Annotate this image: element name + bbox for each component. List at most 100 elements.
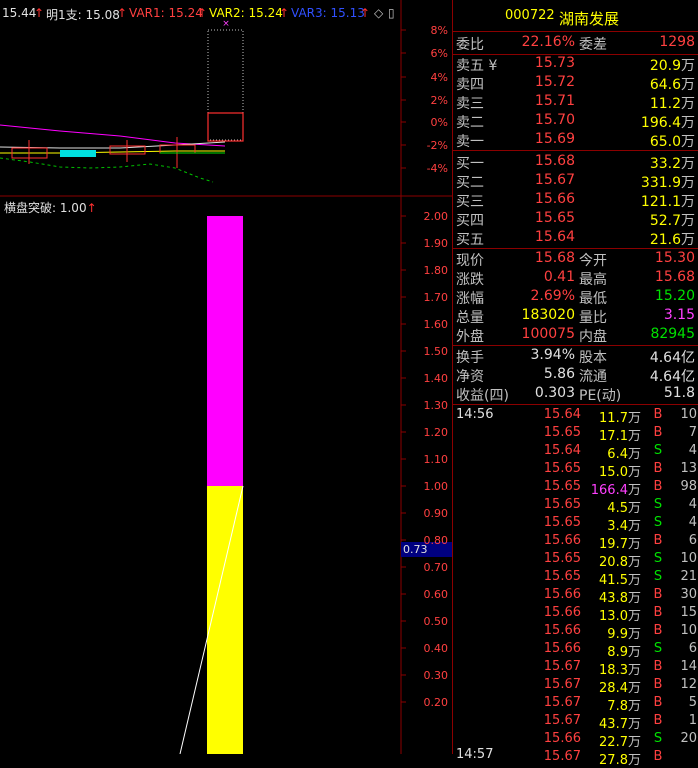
tick-count: 12 <box>680 677 697 692</box>
fundamental-label: 股本 <box>579 350 607 366</box>
tick-row[interactable]: 15.66 43.8万 B 30 <box>453 586 698 606</box>
quote-row: 涨跌 0.41 最高 15.68 <box>453 269 698 288</box>
weibi-row: 委比 22.16% 委差 1298 <box>453 34 698 53</box>
sell-level-volume: 64.6万 <box>649 77 695 93</box>
tick-row[interactable]: 15.65 20.8万 S 10 <box>453 550 698 570</box>
buy-level-price: 15.66 <box>534 191 575 207</box>
fundamental-value: 3.94% <box>530 347 575 363</box>
tick-price: 15.66 <box>543 623 581 638</box>
tick-count: 4 <box>688 443 697 458</box>
tick-count: 4 <box>688 497 697 512</box>
chart-area[interactable]: × <box>0 0 452 754</box>
tick-direction: S <box>653 569 663 584</box>
sell-level-row[interactable]: 卖一 15.69 65.0万 <box>453 131 698 150</box>
quote-row: 外盘 100075 内盘 82945 <box>453 326 698 345</box>
indicator-bar-magenta <box>207 216 243 486</box>
tick-count: 7 <box>688 425 697 440</box>
tick-price: 15.66 <box>543 533 581 548</box>
up-arrow-icon: ↑ <box>117 6 128 20</box>
tick-price: 15.67 <box>543 695 581 710</box>
tick-price: 15.64 <box>543 407 581 422</box>
up-arrow-icon: ↑ <box>34 6 45 20</box>
buy-level-volume: 121.1万 <box>640 194 695 210</box>
tick-row[interactable]: 15.65 41.5万 S 21 <box>453 568 698 588</box>
fundamental-row: 换手 3.94% 股本 4.64亿 <box>453 347 698 366</box>
sell-level-row[interactable]: 卖四 15.72 64.6万 <box>453 74 698 93</box>
sell-level-row[interactable]: 卖五 ¥ 15.73 20.9万 <box>453 55 698 74</box>
tick-row[interactable]: 15.65 4.5万 S 4 <box>453 496 698 516</box>
buy-level-row[interactable]: 买四 15.65 52.7万 <box>453 210 698 229</box>
tick-price: 15.66 <box>543 587 581 602</box>
buy-level-label: 买五 <box>456 232 484 248</box>
sell-level-price: 15.73 <box>534 55 575 71</box>
tick-count: 10 <box>680 407 697 422</box>
sub-axis-label: 1.60 <box>423 318 449 331</box>
quote-label: 内盘 <box>579 329 607 345</box>
tick-row[interactable]: 15.66 13.0万 B 15 <box>453 604 698 624</box>
buy-level-volume: 33.2万 <box>649 156 695 172</box>
cursor-value: 0.73 <box>403 543 428 556</box>
tick-row[interactable]: 15.65 17.1万 B 7 <box>453 424 698 444</box>
tick-row[interactable]: 15.64 11.7万 B 10 <box>453 406 698 426</box>
quote-row: 涨幅 2.69% 最低 15.20 <box>453 288 698 307</box>
quote-row: 总量 183020 量比 3.15 <box>453 307 698 326</box>
tick-row[interactable]: 15.67 43.7万 B 1 <box>453 712 698 732</box>
tick-direction: B <box>653 461 663 476</box>
sell-level-price: 15.71 <box>534 93 575 109</box>
tick-row[interactable]: 15.66 8.9万 S 6 <box>453 640 698 660</box>
last-candle <box>207 112 244 142</box>
tick-row[interactable]: 15.67 28.4万 B 12 <box>453 676 698 696</box>
tick-row[interactable]: 15.67 7.8万 B 5 <box>453 694 698 714</box>
sub-axis-label: 2.00 <box>423 210 449 223</box>
tick-direction: B <box>653 713 663 728</box>
quote-label: 外盘 <box>456 329 484 345</box>
tick-row[interactable]: 15.66 9.9万 B 10 <box>453 622 698 642</box>
fundamental-row: 净资 5.86 流通 4.64亿 <box>453 366 698 385</box>
buy-level-label: 买四 <box>456 213 484 229</box>
weibi-label: 委比 <box>456 37 484 53</box>
window-icon[interactable]: ▯ <box>388 6 395 20</box>
tick-row[interactable]: 15.64 6.4万 S 4 <box>453 442 698 462</box>
ma-line-magenta <box>0 124 226 147</box>
tick-row[interactable]: 15.67 18.3万 B 14 <box>453 658 698 678</box>
tick-price: 15.65 <box>543 479 581 494</box>
quote-value: 0.41 <box>543 269 575 285</box>
tick-direction: S <box>653 515 663 530</box>
sub-axis-label: 0.30 <box>423 669 449 682</box>
tomorrow-value: 明1支: 15.08 <box>46 8 120 22</box>
buy-level-row[interactable]: 买五 15.64 21.6万 <box>453 229 698 248</box>
buy-level-label: 买三 <box>456 194 484 210</box>
quote-value: 183020 <box>521 307 575 323</box>
quote-label: 最低 <box>579 291 607 307</box>
price-axis-label: -2% <box>426 139 448 152</box>
tick-direction: S <box>653 551 663 566</box>
weicha-value: 1298 <box>659 34 695 50</box>
up-arrow-icon: ↑ <box>360 6 371 20</box>
fundamental-value: 0.303 <box>534 385 575 401</box>
sell-level-price: 15.69 <box>534 131 575 147</box>
sell-level-volume: 11.2万 <box>649 96 695 112</box>
price-axis-label: 2% <box>430 94 448 107</box>
tick-price: 15.64 <box>543 443 581 458</box>
tick-row[interactable]: 15.65 3.4万 S 4 <box>453 514 698 534</box>
buy-level-row[interactable]: 买三 15.66 121.1万 <box>453 191 698 210</box>
sub-axis-label: 1.70 <box>423 291 449 304</box>
tick-row[interactable]: 15.65 166.4万 B 98 <box>453 478 698 498</box>
tick-count: 14 <box>680 659 697 674</box>
tick-count: 1 <box>688 713 697 728</box>
tick-row[interactable]: 15.66 19.7万 B 6 <box>453 532 698 552</box>
tick-direction: S <box>653 641 663 656</box>
sell-level-row[interactable]: 卖二 15.70 196.4万 <box>453 112 698 131</box>
buy-level-row[interactable]: 买二 15.67 331.9万 <box>453 172 698 191</box>
sell-level-row[interactable]: 卖三 15.71 11.2万 <box>453 93 698 112</box>
sub-indicator-value: 横盘突破: 1.00 <box>4 201 87 215</box>
quote-value: 2.69% <box>530 288 575 304</box>
tick-row[interactable]: 15.65 15.0万 B 13 <box>453 460 698 480</box>
tick-price: 15.65 <box>543 497 581 512</box>
quote-value: 82945 <box>650 326 695 342</box>
quote-label: 涨幅 <box>456 291 484 307</box>
diamond-icon[interactable]: ◇ <box>374 6 383 20</box>
tick-count: 10 <box>680 623 697 638</box>
buy-level-label: 买一 <box>456 156 484 172</box>
buy-level-row[interactable]: 买一 15.68 33.2万 <box>453 153 698 172</box>
